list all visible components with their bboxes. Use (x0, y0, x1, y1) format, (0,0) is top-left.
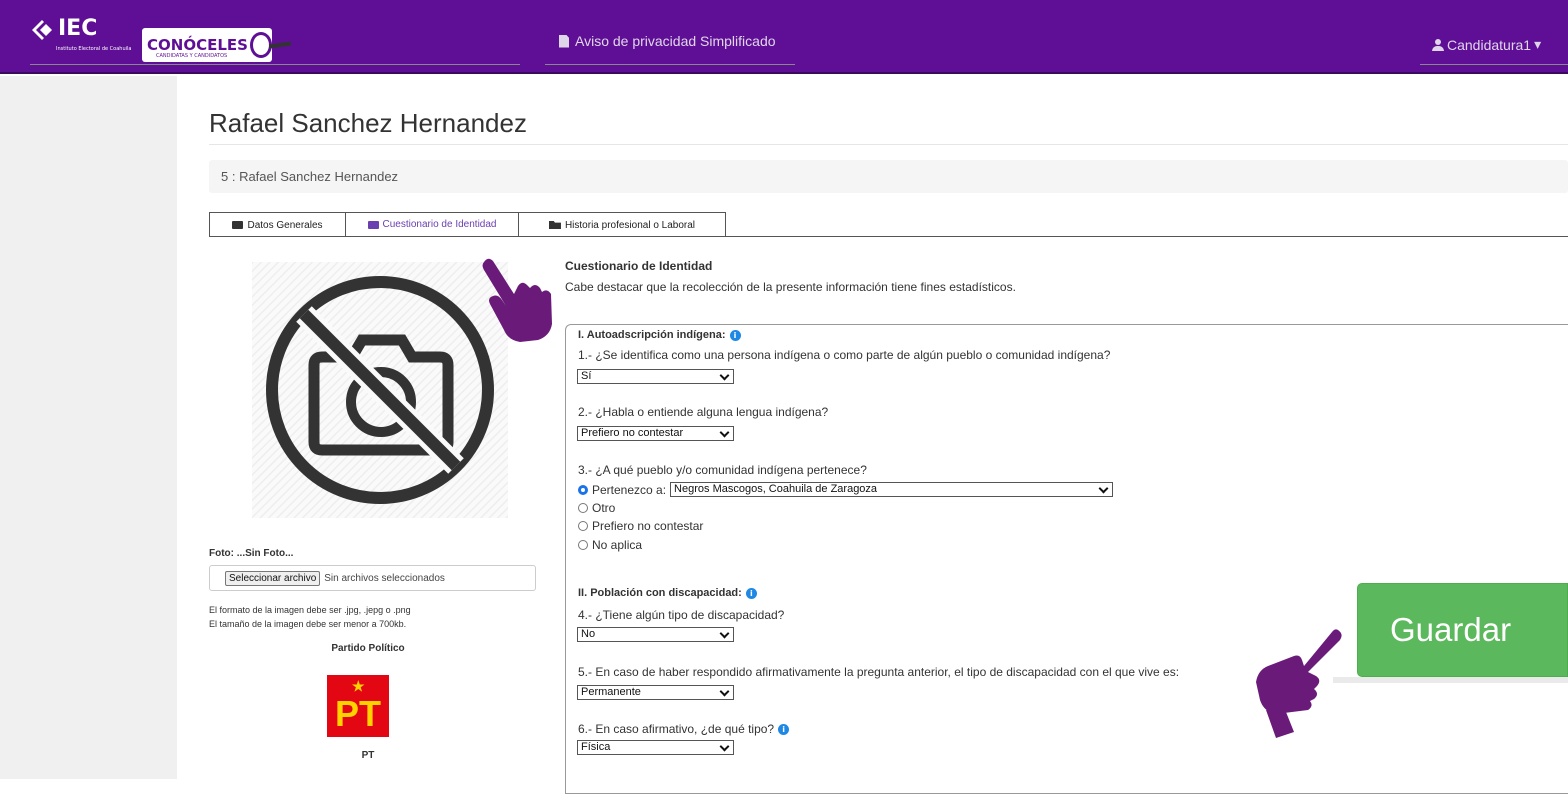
id-card-icon (367, 220, 379, 229)
q3-option-prefiero[interactable]: Prefiero no contestar (578, 519, 703, 533)
question-5: 5.- En caso de haber respondido afirmati… (578, 665, 1180, 679)
caret-down-icon: ▾ (1534, 36, 1542, 52)
conoceles-logo[interactable]: CONÓCELES CANDIDATAS Y CANDIDATOS (142, 28, 272, 62)
pointing-hand-icon (482, 258, 552, 342)
size-hint: El tamaño de la imagen debe ser menor a … (209, 619, 407, 629)
info-icon[interactable]: i (729, 329, 741, 341)
question-4: 4.- ¿Tiene algún tipo de discapacidad? (578, 608, 785, 622)
party-label: Partido Político (331, 643, 405, 654)
save-button-shadow (1333, 677, 1568, 683)
star-icon: ★ (352, 678, 365, 694)
questionnaire-description: Cabe destacar que la recolección de la p… (565, 280, 1016, 294)
breadcrumb: 5 : Rafael Sanchez Hernandez (209, 160, 1568, 193)
option-label: Pertenezco a: (592, 482, 667, 497)
q3-community-select[interactable]: Negros Mascogos, Coahuila de Zaragoza (670, 482, 1114, 497)
top-navbar: IEC Instituto Electoral de Coahuila CONÓ… (0, 0, 1568, 74)
nav-underline (545, 64, 795, 65)
question-6: 6.- En caso afirmativo, ¿de qué tipo? i (578, 722, 790, 736)
tab-label: Datos Generales (247, 219, 323, 231)
left-sidebar (0, 76, 177, 779)
q2-select[interactable]: Prefiero no contestar (577, 426, 734, 441)
tab-bar: Datos Generales Cuestionario de Identida… (209, 212, 726, 237)
conoceles-logo-text: CONÓCELES (147, 36, 248, 54)
question-label: 6.- En caso afirmativo, ¿de qué tipo? (578, 722, 775, 736)
file-input[interactable]: Seleccionar archivo Sin archivos selecci… (209, 565, 536, 591)
tab-label: Historia profesional o Laboral (564, 219, 696, 231)
q4-select[interactable]: No (577, 627, 734, 642)
party-logo-text: PT (334, 693, 381, 734)
photo-label: Foto: ...Sin Foto... (209, 548, 294, 559)
q1-select[interactable]: Sí (577, 369, 734, 384)
tab-cuestionario-identidad[interactable]: Cuestionario de Identidad (345, 212, 519, 237)
q3-option-pertenezco[interactable]: Pertenezco a: Negros Mascogos, Coahuila … (578, 482, 1114, 497)
privacy-link-label: Aviso de privacidad Simplificado (575, 33, 776, 49)
tab-historia-profesional[interactable]: Historia profesional o Laboral (518, 212, 726, 237)
iec-logo-icon (32, 19, 52, 40)
q3-option-no-aplica[interactable]: No aplica (578, 538, 642, 552)
option-label: Prefiero no contestar (592, 519, 704, 533)
tab-datos-generales[interactable]: Datos Generales (209, 212, 346, 237)
select-file-button[interactable]: Seleccionar archivo (225, 570, 321, 586)
section-indigenous: I. Autoadscripción indígena: i (578, 329, 741, 341)
id-card-icon (232, 221, 244, 229)
q5-select[interactable]: Permanente (577, 685, 734, 700)
user-menu-label: Candidatura1 (1447, 36, 1532, 53)
save-button[interactable]: Guardar (1357, 583, 1568, 677)
file-icon (559, 34, 569, 48)
file-status: Sin archivos seleccionados (324, 572, 445, 584)
option-label: Otro (592, 501, 616, 515)
section-disability: II. Población con discapacidad: i (578, 587, 757, 599)
folder-open-icon (548, 221, 561, 229)
nav-underline (1420, 64, 1568, 65)
pointing-hand-icon (1256, 629, 1342, 738)
tab-divider (209, 236, 1568, 237)
conoceles-logo-subtext: CANDIDATAS Y CANDIDATOS (156, 53, 228, 59)
question-2: 2.- ¿Habla o entiende alguna lengua indí… (578, 405, 829, 419)
option-label: No aplica (592, 538, 643, 552)
question-1: 1.- ¿Se identifica como una persona indí… (578, 348, 1111, 362)
questionnaire-title: Cuestionario de Identidad (565, 259, 713, 273)
page-title: Rafael Sanchez Hernandez (209, 108, 527, 138)
info-icon[interactable]: i (745, 587, 757, 599)
q6-select[interactable]: Física (577, 740, 734, 755)
iec-logo-text: IEC (58, 16, 98, 41)
user-menu[interactable]: Candidatura1 ▾ (1432, 36, 1541, 53)
section-title: I. Autoadscripción indígena: (578, 329, 726, 341)
no-camera-icon (252, 262, 508, 518)
radio-checked[interactable] (578, 484, 588, 495)
format-hint: El formato de la imagen debe ser .jpg, .… (209, 605, 411, 615)
title-divider (209, 144, 1568, 145)
iec-logo-subtext: Instituto Electoral de Coahuila (56, 46, 132, 52)
radio-unchecked[interactable] (578, 540, 588, 550)
nav-underline (30, 64, 520, 65)
tab-label: Cuestionario de Identidad (382, 219, 497, 230)
radio-unchecked[interactable] (578, 503, 588, 513)
radio-unchecked[interactable] (578, 521, 588, 531)
q3-option-otro[interactable]: Otro (578, 501, 615, 515)
info-icon[interactable]: i (778, 723, 790, 735)
party-logo: ★ PT (327, 675, 389, 737)
question-3: 3.- ¿A qué pueblo y/o comunidad indígena… (578, 463, 867, 477)
privacy-link[interactable]: Aviso de privacidad Simplificado (559, 33, 776, 49)
section-title: II. Población con discapacidad: (578, 587, 742, 599)
user-icon (1432, 38, 1444, 51)
iec-logo[interactable]: IEC Instituto Electoral de Coahuila (30, 16, 131, 52)
magnifier-icon (249, 32, 272, 58)
party-name: PT (361, 750, 375, 761)
